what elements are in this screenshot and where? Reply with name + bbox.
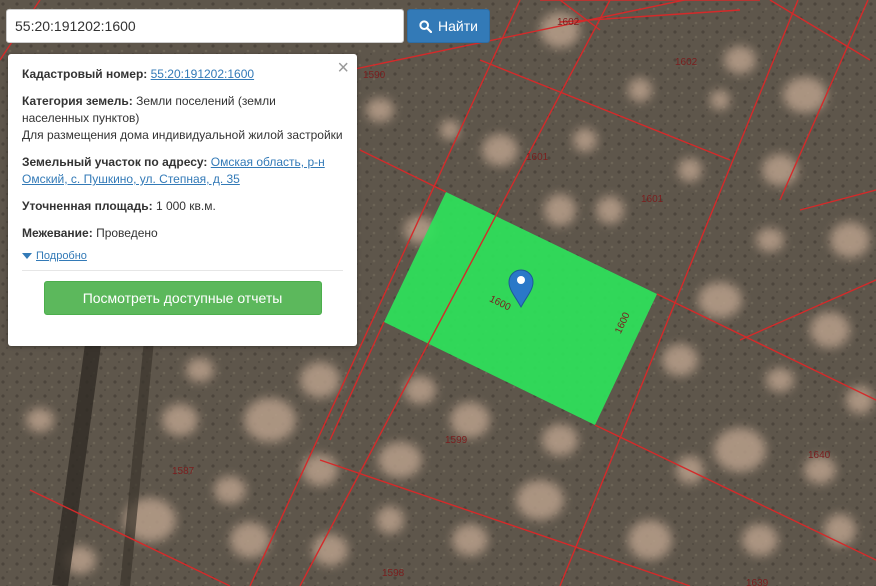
plot-label-1601: 1601 <box>641 194 664 205</box>
divider <box>22 270 343 271</box>
plot-info-popup: × Кадастровый номер: 55:20:191202:1600 К… <box>8 54 357 346</box>
search-button-label: Найти <box>438 18 478 34</box>
plot-label-1602: 1602 <box>675 57 698 68</box>
search-button[interactable]: Найти <box>407 9 490 43</box>
cadastral-row: Кадастровый номер: 55:20:191202:1600 <box>22 66 343 83</box>
plot-label-1587: 1587 <box>172 466 195 477</box>
category-label: Категория земель: <box>22 94 133 108</box>
plot-label-1590: 1590 <box>363 70 386 81</box>
search-input[interactable] <box>6 9 404 43</box>
plot-label-1601: 1601 <box>526 152 549 163</box>
survey-label: Межевание: <box>22 226 93 240</box>
area-value: 1 000 кв.м. <box>155 199 216 213</box>
details-link-label: Подробно <box>36 250 87 262</box>
category-row: Категория земель: Земли поселений (земли… <box>22 93 343 144</box>
details-link[interactable]: Подробно <box>22 250 343 262</box>
plot-label-1639: 1639 <box>746 578 769 586</box>
area-label: Уточненная площадь: <box>22 199 153 213</box>
survey-value: Проведено <box>96 226 158 240</box>
area-row: Уточненная площадь: 1 000 кв.м. <box>22 198 343 215</box>
usage-value: Для размещения дома индивидуальной жилой… <box>22 128 343 142</box>
plot-label-1598: 1598 <box>382 568 405 579</box>
plot-label-1599: 1599 <box>445 435 468 446</box>
caret-down-icon <box>22 253 32 259</box>
plot-label-1602: 1602 <box>557 17 580 28</box>
plot-label-1640: 1640 <box>808 450 831 461</box>
view-reports-button[interactable]: Посмотреть доступные отчеты <box>43 281 322 315</box>
survey-row: Межевание: Проведено <box>22 225 343 242</box>
cadastral-label: Кадастровый номер: <box>22 67 148 81</box>
close-icon[interactable]: × <box>337 58 349 78</box>
address-label: Земельный участок по адресу: <box>22 155 208 169</box>
search-icon <box>419 19 433 33</box>
cadastral-link[interactable]: 55:20:191202:1600 <box>151 67 254 81</box>
address-row: Земельный участок по адресу: Омская обла… <box>22 154 343 188</box>
